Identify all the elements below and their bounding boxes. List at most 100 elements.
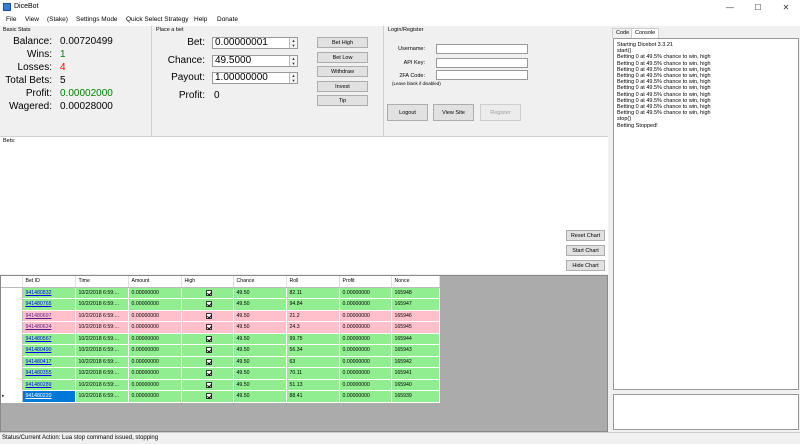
console-output[interactable]: Starting Dicebot 3.3.21 start() Betting 0 … (613, 38, 799, 390)
column-header[interactable]: Chance (233, 276, 287, 288)
table-row[interactable]: 941480765 10/2/2018 6:59:... 0.00000000 49.… (1, 298, 440, 311)
checkmark-icon (205, 393, 212, 400)
view-site-button[interactable]: View Site (433, 104, 474, 121)
row-header[interactable] (1, 333, 23, 345)
invest-button[interactable]: Invest (317, 81, 368, 92)
row-header-corner (1, 276, 23, 288)
bet-id-link[interactable]: 941480490 (22, 344, 76, 357)
high-checkbox[interactable] (181, 333, 234, 345)
high-checkbox[interactable] (181, 367, 234, 380)
chance-input[interactable]: 49.5000 ▲ ▼ (212, 55, 298, 67)
bet-id-link[interactable]: 941480765 (22, 298, 76, 311)
table-row[interactable]: 941480624 10/2/2018 6:59:... 0.00000000 49.… (1, 321, 440, 334)
bet-high-button[interactable]: Bet High (317, 37, 368, 48)
bet-id-link[interactable]: 941480355 (22, 367, 76, 380)
column-header[interactable]: Bet ID (22, 276, 76, 288)
column-header[interactable]: Amount (128, 276, 182, 288)
chance-spinner-icon[interactable]: ▲ ▼ (289, 56, 297, 66)
register-button[interactable]: Register (480, 104, 521, 121)
row-header[interactable] (1, 356, 23, 368)
row-header[interactable] (1, 367, 23, 380)
balance-label: Balance: (13, 36, 52, 47)
row-header[interactable]: ▸ (1, 390, 23, 403)
payout-spinner-icon[interactable]: ▲ ▼ (289, 73, 297, 83)
bet-id-link[interactable]: 941480417 (22, 356, 76, 368)
high-checkbox[interactable] (181, 344, 234, 357)
row-header[interactable] (1, 344, 23, 357)
table-row[interactable]: ▸ 941480220 10/2/2018 6:59:... 0.00000000 49… (1, 390, 440, 403)
column-header[interactable]: Time (75, 276, 129, 288)
logout-button[interactable]: Logout (387, 104, 428, 121)
close-icon[interactable]: ✕ (772, 0, 800, 14)
bet-id-link[interactable]: 941480220 (22, 390, 76, 403)
api-key-label: API Key: (403, 60, 425, 66)
username-label: Username: (398, 46, 425, 52)
username-input[interactable] (436, 44, 528, 54)
bet-amount-input[interactable]: 0.00000001 ▲ ▼ (212, 37, 298, 49)
bet-id-link[interactable]: 941480289 (22, 379, 76, 391)
bet-low-button[interactable]: Bet Low (317, 52, 368, 63)
column-header[interactable]: Profit (339, 276, 392, 288)
row-header[interactable] (1, 287, 23, 299)
high-checkbox[interactable] (181, 321, 234, 334)
menu-quick-select-strategy[interactable]: Quick Select Strategy (126, 16, 189, 23)
chance-value: 49.5000 (215, 55, 252, 66)
table-row[interactable]: 941480417 10/2/2018 6:59:... 0.00000000 49.… (1, 356, 440, 368)
column-header[interactable]: High (181, 276, 234, 288)
column-header[interactable]: Nonce (391, 276, 440, 288)
high-checkbox[interactable] (181, 298, 234, 311)
menu-stake[interactable]: (Stake) (47, 16, 68, 23)
bet-roll-cell: 56.34 (286, 344, 340, 357)
bet-id-link[interactable]: 941480697 (22, 310, 76, 322)
menu-help[interactable]: Help (194, 16, 207, 23)
high-checkbox[interactable] (181, 310, 234, 322)
withdraw-button[interactable]: Withdraw (317, 66, 368, 77)
row-header[interactable] (1, 321, 23, 334)
api-key-input[interactable] (436, 58, 528, 68)
bet-id-link[interactable]: 941480624 (22, 321, 76, 334)
hide-chart-button[interactable]: Hide Chart (566, 260, 605, 271)
reset-chart-button[interactable]: Reset Chart (566, 230, 605, 241)
bet-time-cell: 10/2/2018 6:59:... (75, 310, 129, 322)
start-chart-button[interactable]: Start Chart (566, 245, 605, 256)
payout-input[interactable]: 1.00000000 ▲ ▼ (212, 72, 298, 84)
table-row[interactable]: 941480355 10/2/2018 6:59:... 0.00000000 49.… (1, 367, 440, 380)
high-checkbox[interactable] (181, 356, 234, 368)
tab-console[interactable]: Console (631, 28, 660, 38)
menu-donate[interactable]: Donate (217, 16, 238, 23)
row-header[interactable] (1, 298, 23, 311)
tab-code[interactable]: Code (612, 28, 634, 38)
high-checkbox[interactable] (181, 379, 234, 391)
table-row[interactable]: 941480289 10/2/2018 6:59:... 0.00000000 49.… (1, 379, 440, 391)
bet-amount-cell: 0.00000000 (128, 344, 182, 357)
row-header[interactable] (1, 310, 23, 322)
menu-settings-mode[interactable]: Settings Mode (76, 16, 118, 23)
bet-id-link[interactable]: 941480567 (22, 333, 76, 345)
row-header[interactable] (1, 379, 23, 391)
table-row[interactable]: 941480832 10/2/2018 6:59:... 0.00000000 49.… (1, 287, 440, 299)
bet-spinner-icon[interactable]: ▲ ▼ (289, 38, 297, 48)
bets-table: Bet ID Time Amount High Chance Roll Prof… (1, 276, 440, 403)
table-row[interactable]: 941480697 10/2/2018 6:59:... 0.00000000 49.… (1, 310, 440, 322)
column-header[interactable]: Roll (286, 276, 340, 288)
bet-id-link[interactable]: 941480832 (22, 287, 76, 299)
bet-nonce-cell: 165939 (391, 390, 440, 403)
table-row[interactable]: 941480490 10/2/2018 6:59:... 0.00000000 49.… (1, 344, 440, 357)
bet-amount-cell: 0.00000000 (128, 321, 182, 334)
minimize-icon[interactable]: — (716, 0, 744, 14)
high-checkbox[interactable] (181, 390, 234, 403)
maximize-icon[interactable]: ☐ (744, 0, 772, 14)
bet-chance-cell: 49.50 (233, 310, 287, 322)
bet-amount-cell: 0.00000000 (128, 298, 182, 311)
tip-button[interactable]: Tip (317, 95, 368, 106)
bet-profit-cell: 0.00000000 (339, 367, 392, 380)
high-checkbox[interactable] (181, 287, 234, 299)
checkmark-icon (205, 335, 212, 342)
twofa-input[interactable] (436, 70, 528, 80)
menu-view[interactable]: View (25, 16, 39, 23)
menu-file[interactable]: File (6, 16, 16, 23)
table-row[interactable]: 941480567 10/2/2018 6:59:... 0.00000000 49.… (1, 333, 440, 345)
console-input[interactable] (613, 394, 799, 430)
bet-roll-cell: 21.2 (286, 310, 340, 322)
window-title: DiceBot (14, 3, 39, 10)
